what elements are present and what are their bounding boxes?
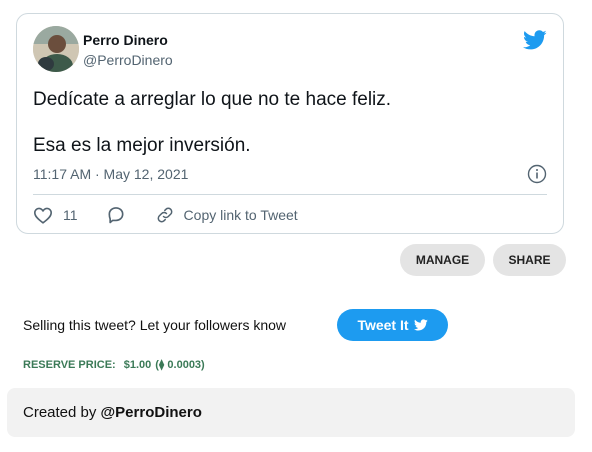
tweet-it-label: Tweet It <box>357 317 409 333</box>
created-by-prefix: Created by <box>23 404 97 421</box>
sell-prompt: Selling this tweet? Let your followers k… <box>23 317 287 333</box>
tweet-actions: 11 Copy link to Tweet <box>33 204 298 226</box>
copy-link-label: Copy link to Tweet <box>183 207 298 223</box>
like-button[interactable]: 11 <box>33 206 78 224</box>
reply-icon <box>108 207 124 224</box>
reply-button[interactable] <box>106 205 126 225</box>
link-icon <box>157 207 172 223</box>
tweet-line: Dedícate a arreglar lo que no te hace fe… <box>33 89 392 110</box>
share-button[interactable]: SHARE <box>493 244 566 276</box>
manage-button[interactable]: MANAGE <box>400 244 485 276</box>
like-count: 11 <box>63 207 78 223</box>
reserve-price: RESERVE PRICE: $1.00 (⧫ 0.0003) <box>23 358 205 372</box>
info-icon[interactable] <box>527 164 547 184</box>
twitter-bird-icon <box>413 319 428 331</box>
copy-link-button[interactable]: Copy link to Tweet <box>156 206 298 224</box>
author-name[interactable]: Perro Dinero <box>83 32 168 48</box>
embedded-tweet-card[interactable]: Perro Dinero @PerroDinero Dedícate a arr… <box>16 13 564 234</box>
heart-icon <box>33 207 53 224</box>
reserve-label: RESERVE PRICE: <box>23 358 116 371</box>
reserve-price-usd: $1.00 <box>123 358 152 371</box>
author-handle[interactable]: @PerroDinero <box>83 52 173 68</box>
avatar-photo-icon <box>33 26 79 72</box>
tweet-line: Esa es la mejor inversión. <box>33 135 251 156</box>
tweet-timestamp[interactable]: 11:17 AM · May 12, 2021 <box>33 166 188 182</box>
reserve-price-eth: (⧫ 0.0003) <box>155 359 205 371</box>
tweet-it-button[interactable]: Tweet It <box>337 309 448 341</box>
tweet-divider <box>33 194 547 195</box>
created-by-text: Created by @PerroDinero <box>23 404 202 421</box>
creator-handle-link[interactable]: @PerroDinero <box>101 404 202 421</box>
twitter-bird-icon[interactable] <box>523 28 547 52</box>
author-avatar[interactable] <box>33 26 79 72</box>
created-by-panel: Created by @PerroDinero <box>7 388 575 437</box>
